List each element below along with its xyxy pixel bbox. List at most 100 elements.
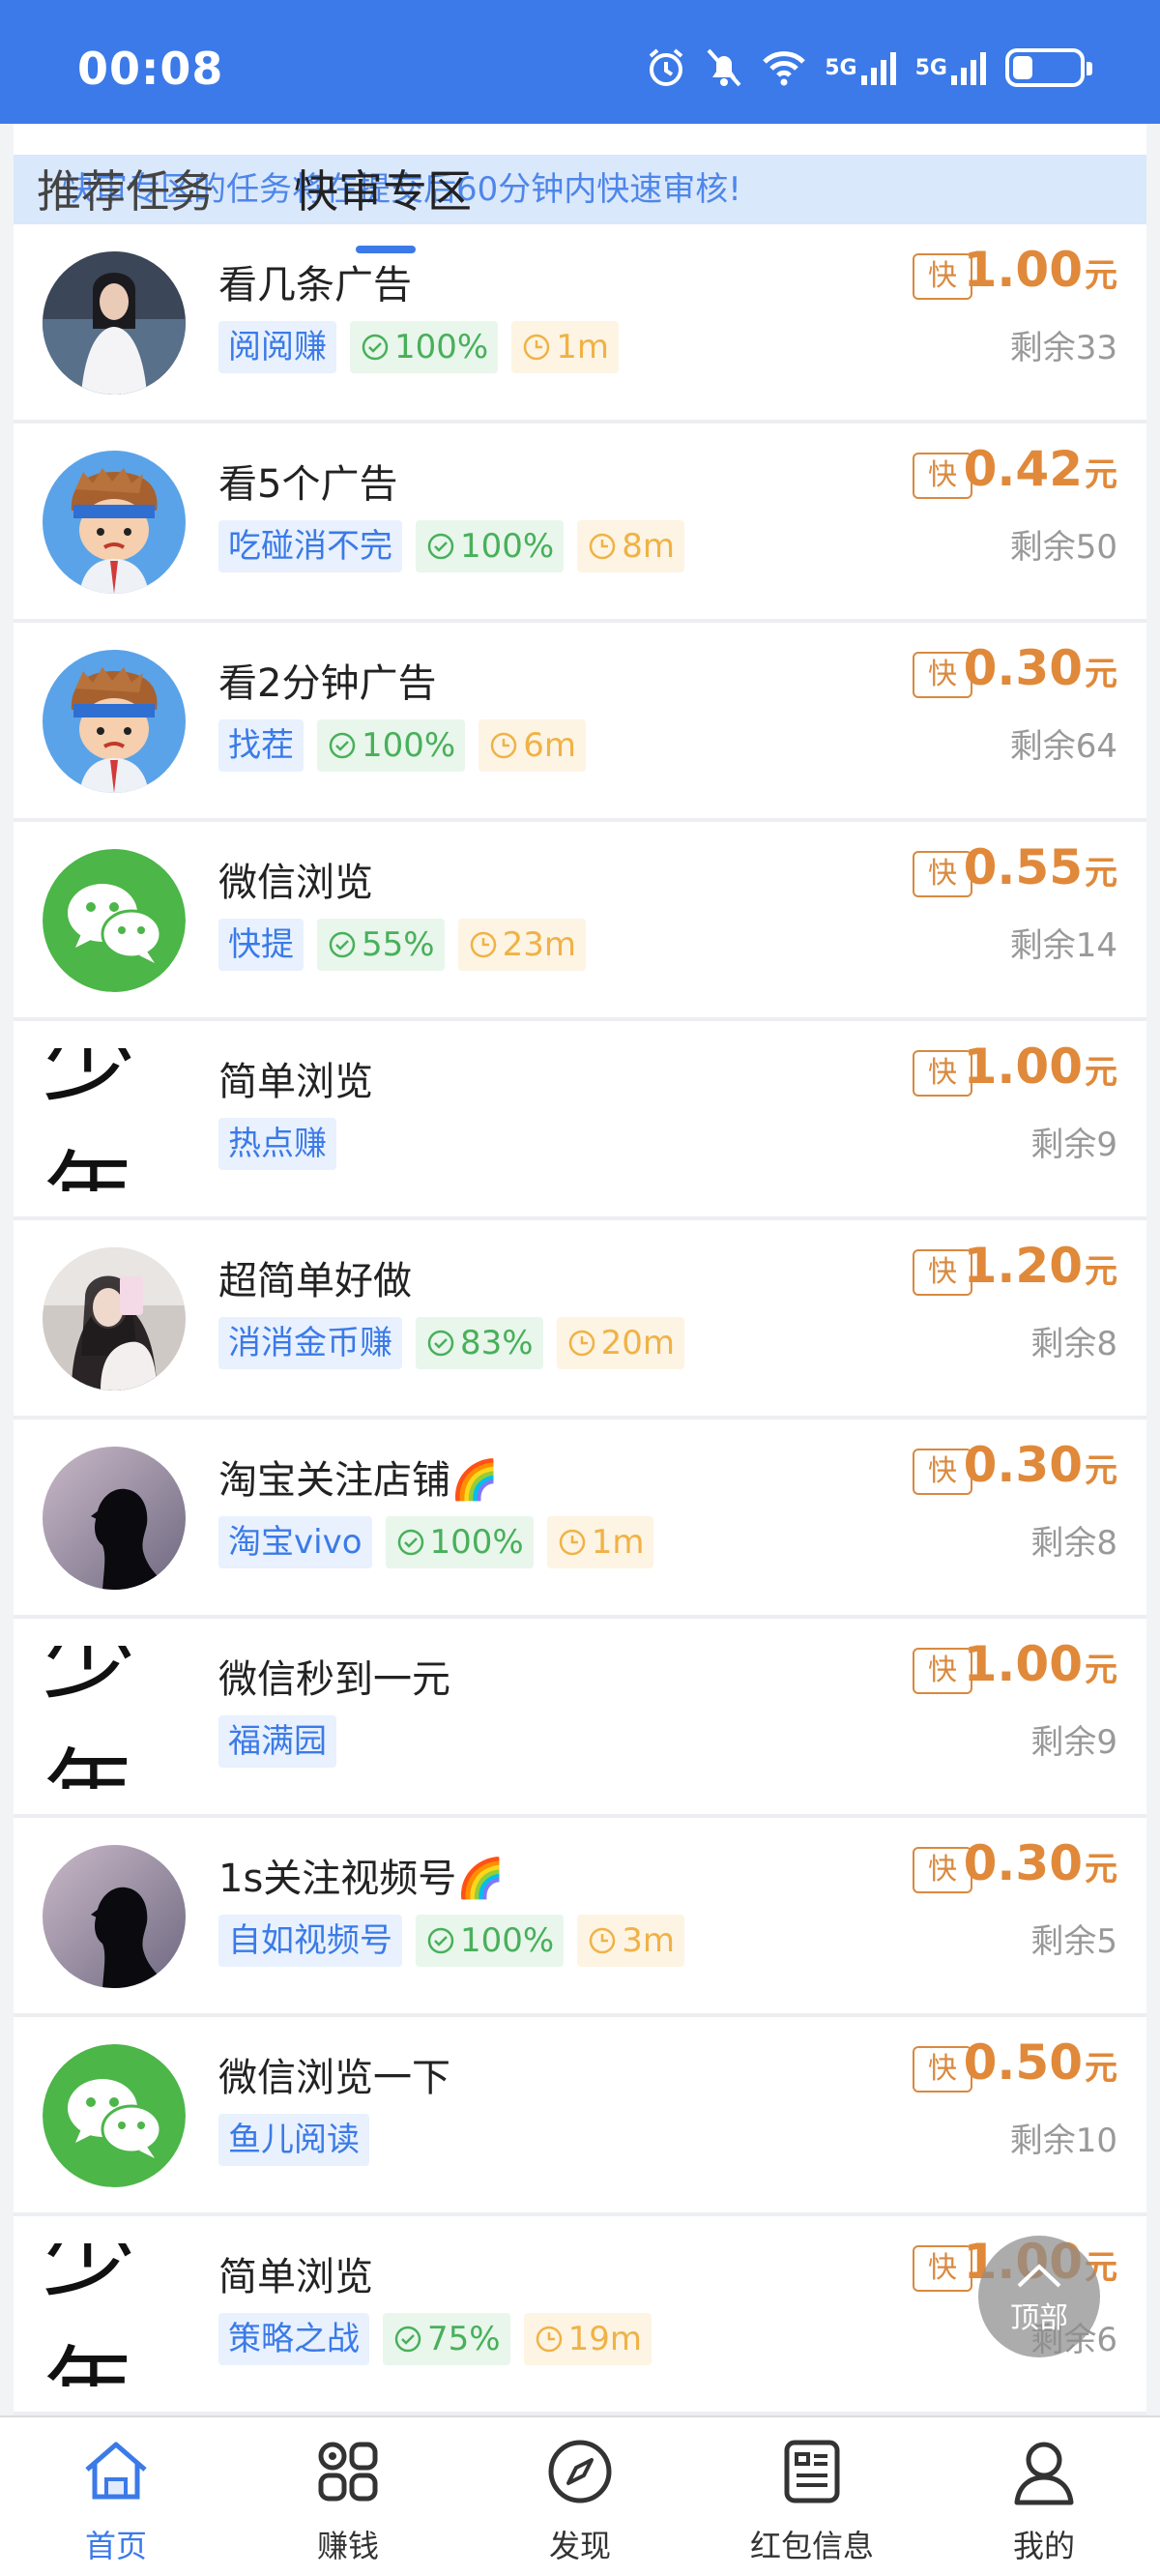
task-row[interactable]: 少年 简单浏览 热点赚 快 1.00元 剩余9	[14, 1021, 1146, 1220]
duration-value: 1m	[556, 328, 609, 366]
price-value: 0.42	[963, 441, 1083, 497]
duration-tag: 3m	[577, 1915, 684, 1967]
avatar	[43, 251, 186, 395]
mute-bell-icon	[705, 46, 743, 89]
app-name-tag: 吃碰消不完	[218, 520, 402, 572]
task-tags: 快提 55% 23m	[218, 919, 586, 971]
duration-tag: 20m	[556, 1317, 684, 1369]
task-title: 淘宝关注店铺🌈	[218, 1458, 499, 1503]
pass-rate-value: 75%	[427, 2320, 501, 2358]
app-name-tag: 找茬	[218, 719, 304, 772]
task-row[interactable]: 微信浏览 快提 55% 23m 快 0.55元 剩余14	[14, 822, 1146, 1021]
nav-item-4[interactable]: 我的	[928, 2417, 1160, 2576]
task-row[interactable]: 少年 简单浏览 策略之战75%19m 快 1.00元 剩余6	[14, 2216, 1146, 2415]
clock-icon	[490, 732, 517, 759]
app-name-tag: 热点赚	[218, 1118, 336, 1170]
clock-icon	[589, 533, 616, 560]
duration-value: 8m	[622, 527, 675, 566]
pass-rate-tag: 100%	[385, 1516, 534, 1568]
task-title: 1s关注视频号🌈	[218, 1857, 506, 1901]
clock-icon	[568, 1330, 594, 1357]
duration-tag: 19m	[523, 2313, 652, 2365]
avatar	[43, 1845, 186, 1988]
avatar	[43, 1247, 186, 1390]
check-circle-icon	[329, 931, 356, 958]
remaining-count: 剩余8	[1030, 1325, 1117, 1363]
task-row[interactable]: 淘宝关注店铺🌈 淘宝vivo 100% 1m 快 0.30元 剩余8	[14, 1420, 1146, 1619]
remaining-count: 剩余14	[1009, 926, 1117, 965]
duration-tag: 1m	[511, 321, 619, 373]
pass-rate-value: 100%	[460, 1921, 555, 1960]
task-title: 微信秒到一元	[218, 1657, 450, 1702]
nav-item-2[interactable]: 发现	[464, 2417, 696, 2576]
task-tags: 消消金币赚 83% 20m	[218, 1317, 684, 1369]
task-row[interactable]: 超简单好做 消消金币赚 83% 20m 快 1.20元 剩余8	[14, 1220, 1146, 1420]
app-logo-text: 少年	[43, 1646, 135, 1789]
clock-icon	[470, 931, 496, 958]
task-price: 1.20元	[964, 1238, 1117, 1294]
price-unit: 元	[1085, 2049, 1117, 2088]
app-name-tag: 鱼儿阅读	[218, 2114, 369, 2166]
remaining-count: 剩余9	[1030, 1126, 1117, 1164]
bottom-nav: 首页 赚钱 发现 红包信息 我的	[0, 2415, 1160, 2576]
remaining-count: 剩余8	[1030, 1524, 1117, 1563]
battery-level	[1013, 56, 1032, 79]
status-icons: 5G 5G	[645, 41, 1092, 95]
price-unit: 元	[1085, 1451, 1117, 1490]
app-name-tag: 快提	[218, 919, 304, 971]
alarm-icon	[645, 46, 687, 89]
pass-rate-tag: 100%	[317, 719, 466, 772]
price-value: 1.00	[963, 1039, 1083, 1095]
task-title: 看2分钟广告	[218, 661, 437, 706]
price-unit: 元	[1085, 854, 1117, 893]
task-price: 0.30元	[964, 1437, 1117, 1493]
nav-item-3[interactable]: 红包信息	[696, 2417, 928, 2576]
task-title: 看几条广告	[218, 263, 412, 307]
task-row[interactable]: 1s关注视频号🌈 自如视频号 100% 3m 快 0.30元 剩余5	[14, 1818, 1146, 2017]
back-to-top-button[interactable]: 顶部	[978, 2236, 1100, 2357]
app-logo-text: 少年	[43, 2243, 135, 2386]
price-value: 0.30	[963, 1835, 1083, 1891]
check-circle-icon	[427, 1927, 454, 1954]
tab-active-indicator	[356, 246, 416, 253]
remaining-count: 剩余33	[1009, 329, 1117, 367]
price-unit: 元	[1085, 1053, 1117, 1092]
task-tags: 福满园	[218, 1715, 336, 1768]
task-list: 看几条广告 阅阅赚 100% 1m 快 1.00元 剩余33 看5个广告 吃碰消不完…	[14, 224, 1146, 2415]
task-row[interactable]: 看几条广告 阅阅赚 100% 1m 快 1.00元 剩余33	[14, 224, 1146, 424]
app-name-tag: 淘宝vivo	[218, 1516, 372, 1568]
nav-item-0[interactable]: 首页	[0, 2417, 232, 2576]
duration-tag: 23m	[457, 919, 586, 971]
price-value: 1.20	[963, 1238, 1083, 1294]
tab-recommended[interactable]: 推荐任务	[37, 161, 215, 222]
task-row[interactable]: 看5个广告 吃碰消不完 100% 8m 快 0.42元 剩余50	[14, 424, 1146, 623]
avatar	[43, 451, 186, 594]
task-row[interactable]: 微信浏览一下 鱼儿阅读 快 0.50元 剩余10	[14, 2017, 1146, 2216]
task-tags: 热点赚	[218, 1118, 336, 1170]
pass-rate-value: 55%	[362, 925, 435, 964]
nav-label: 发现	[548, 2528, 611, 2564]
task-title: 超简单好做	[218, 1259, 412, 1303]
task-tags: 吃碰消不完 100% 8m	[218, 520, 684, 572]
pass-rate-tag: 83%	[416, 1317, 543, 1369]
remaining-count: 剩余5	[1030, 1922, 1117, 1961]
chevron-up-icon	[1017, 2264, 1061, 2288]
tab-fast-review[interactable]: 快审专区	[294, 161, 472, 222]
price-unit: 元	[1085, 1850, 1117, 1888]
task-tags: 自如视频号 100% 3m	[218, 1915, 684, 1967]
task-row[interactable]: 少年 微信秒到一元 福满园 快 1.00元 剩余9	[14, 1619, 1146, 1818]
pass-rate-value: 100%	[394, 328, 489, 366]
duration-value: 19m	[567, 2320, 642, 2358]
remaining-count: 剩余50	[1009, 528, 1117, 567]
task-row[interactable]: 看2分钟广告 找茬 100% 6m 快 0.30元 剩余64	[14, 623, 1146, 822]
price-unit: 元	[1085, 256, 1117, 295]
price-value: 0.50	[963, 2034, 1083, 2091]
app-name-tag: 消消金币赚	[218, 1317, 402, 1369]
nav-item-1[interactable]: 赚钱	[232, 2417, 464, 2576]
avatar	[43, 650, 186, 793]
price-value: 1.00	[963, 242, 1083, 298]
duration-value: 6m	[523, 726, 576, 765]
check-circle-icon	[427, 1330, 454, 1357]
tabs-area: 快审专区的任务将在提交后60分钟内快速审核! 推荐任务 快审专区	[14, 124, 1146, 224]
task-title: 微信浏览	[218, 861, 373, 905]
